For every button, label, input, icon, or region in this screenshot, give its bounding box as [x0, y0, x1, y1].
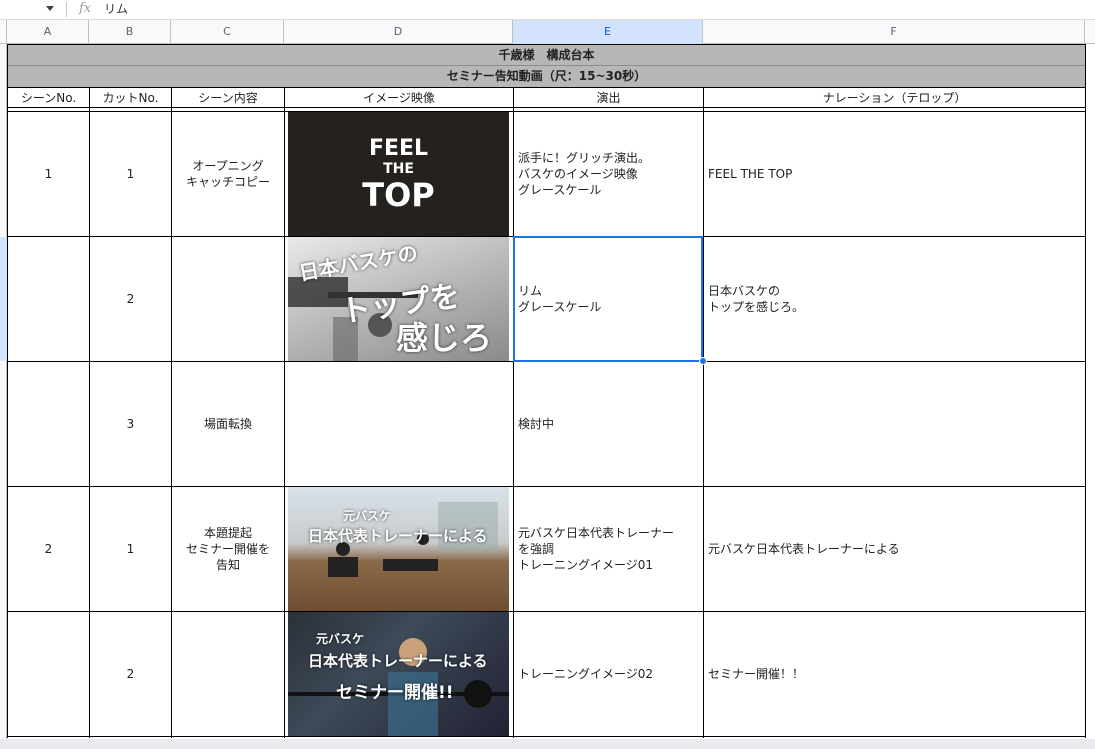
grid-line [703, 87, 704, 738]
formula-bar-divider [66, 2, 67, 17]
sheet-title[interactable]: 千歳様 構成台本 [8, 44, 1085, 65]
image-text: TOP [362, 176, 435, 214]
grid-line [7, 486, 1085, 487]
column-header-e[interactable]: E [513, 20, 703, 44]
cell-content[interactable] [172, 237, 284, 361]
image-text: 感じろ [396, 319, 493, 357]
header-scene-no[interactable]: シーンNo. [8, 88, 89, 107]
basketball-hoop-image[interactable]: 日本バスケの トップを 感じろ [288, 237, 509, 361]
image-text: 元バスケ [343, 509, 392, 523]
training-illustration [328, 502, 498, 577]
grid-line [513, 87, 514, 738]
sheet-subtitle[interactable]: セミナー告知動画（尺：15~30秒） [8, 65, 1085, 87]
cell-narration[interactable]: 日本バスケの トップを感じろ。 [704, 237, 1085, 361]
cell-content[interactable]: 本題提起 セミナー開催を 告知 [172, 487, 284, 611]
column-header-c[interactable]: C [171, 20, 284, 44]
header-scene-content[interactable]: シーン内容 [172, 88, 284, 107]
cell-content[interactable] [172, 612, 284, 736]
cell-scene[interactable] [8, 612, 89, 736]
cell-scene[interactable]: 1 [8, 112, 89, 236]
column-header-a[interactable]: A [7, 20, 89, 44]
header-effect[interactable]: 演出 [514, 88, 703, 107]
cell-narration[interactable] [704, 362, 1085, 486]
formula-bar: fx リム [0, 0, 1095, 20]
column-header-f[interactable]: F [703, 20, 1085, 44]
cell-cut[interactable]: 1 [90, 112, 171, 236]
image-text: 日本代表トレーナーによる [308, 527, 488, 545]
cell-narration[interactable]: FEEL THE TOP [704, 112, 1085, 236]
cell-content[interactable]: 場面転換 [172, 362, 284, 486]
image-text: THE [383, 161, 414, 177]
selected-row-header[interactable] [0, 237, 7, 361]
formula-input[interactable]: リム [104, 0, 128, 18]
select-all-corner[interactable] [0, 20, 7, 44]
cell-narration[interactable]: セミナー開催！！ [704, 612, 1085, 736]
header-image[interactable]: イメージ映像 [285, 88, 513, 107]
cell-scene[interactable] [8, 362, 89, 486]
cell-scene[interactable]: 2 [8, 487, 89, 611]
cell-content[interactable]: オープニング キャッチコピー [172, 112, 284, 236]
cell-selection-outline [513, 236, 703, 362]
cell-effect[interactable]: 検討中 [514, 362, 703, 486]
cell-effect[interactable]: 元バスケ日本代表トレーナー を強調 トレーニングイメージ01 [514, 487, 703, 611]
cell-cut[interactable]: 3 [90, 362, 171, 486]
grid-line [7, 111, 1085, 112]
row-header-strip [0, 44, 7, 739]
grid-line [1085, 44, 1086, 738]
feel-the-top-image[interactable]: FEEL THE TOP [288, 112, 509, 236]
grid-line [7, 107, 1085, 108]
cell-cut[interactable]: 1 [90, 487, 171, 611]
grid-line [7, 65, 1085, 66]
grid-line [7, 736, 1085, 737]
training-image-01[interactable]: 元バスケ 日本代表トレーナーによる [288, 487, 509, 611]
cell-narration[interactable]: 元バスケ日本代表トレーナーによる [704, 487, 1085, 611]
cell-cut[interactable]: 2 [90, 237, 171, 361]
image-text: FEEL [368, 136, 429, 161]
column-header-d[interactable]: D [284, 20, 513, 44]
name-box-dropdown-icon[interactable] [46, 6, 54, 11]
grid-line [7, 611, 1085, 612]
grid-line [7, 44, 1085, 45]
image-text: 日本代表トレーナーによる [308, 652, 488, 670]
grid-line [7, 87, 1085, 88]
grid-line [284, 87, 285, 738]
fx-icon: fx [79, 1, 92, 16]
fill-handle[interactable] [699, 357, 707, 365]
column-header-b[interactable]: B [89, 20, 171, 44]
header-cut-no[interactable]: カットNo. [90, 88, 171, 107]
image-text: 元バスケ [316, 632, 365, 646]
grid-line [7, 44, 8, 738]
column-header-row: A B C D E F [0, 20, 1095, 44]
cell-cut[interactable]: 2 [90, 612, 171, 736]
horizontal-scrollbar[interactable] [0, 739, 1095, 749]
cell-effect[interactable]: トレーニングイメージ02 [514, 612, 703, 736]
cell-scene[interactable] [8, 237, 89, 361]
cell-effect[interactable]: 派手に！グリッチ演出。 バスケのイメージ映像 グレースケール [514, 112, 703, 236]
grid-line [171, 87, 172, 738]
grid-line [89, 87, 90, 738]
header-narration[interactable]: ナレーション（テロップ） [704, 88, 1085, 107]
image-text: セミナー開催!! [336, 683, 454, 703]
training-image-02[interactable]: 元バスケ 日本代表トレーナーによる セミナー開催!! [288, 612, 509, 736]
